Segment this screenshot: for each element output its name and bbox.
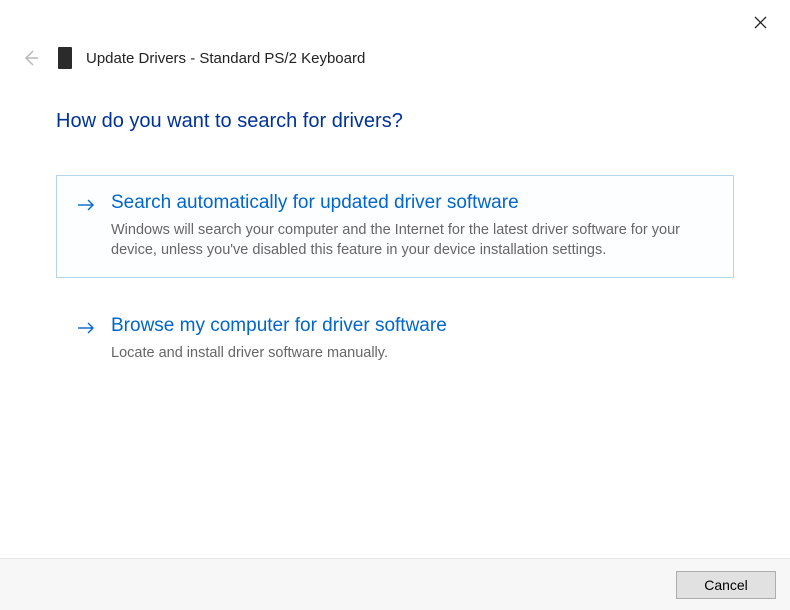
page-heading: How do you want to search for drivers? — [56, 110, 734, 133]
titlebar — [0, 0, 790, 44]
option-description: Windows will search your computer and th… — [111, 220, 713, 261]
header-row: Update Drivers - Standard PS/2 Keyboard — [0, 44, 790, 72]
close-button[interactable] — [740, 7, 780, 37]
option-body: Browse my computer for driver software L… — [111, 315, 713, 363]
window-title: Update Drivers - Standard PS/2 Keyboard — [86, 50, 365, 67]
back-button — [20, 48, 40, 68]
keyboard-device-icon — [58, 47, 72, 69]
option-title: Browse my computer for driver software — [111, 315, 713, 337]
button-bar: Cancel — [0, 558, 790, 610]
option-browse-computer[interactable]: Browse my computer for driver software L… — [56, 298, 734, 380]
close-icon — [754, 16, 767, 29]
cancel-button[interactable]: Cancel — [676, 571, 776, 599]
back-arrow-icon — [20, 48, 40, 68]
option-description: Locate and install driver software manua… — [111, 343, 713, 363]
option-title: Search automatically for updated driver … — [111, 192, 713, 214]
content-area: How do you want to search for drivers? S… — [0, 72, 790, 380]
option-search-automatically[interactable]: Search automatically for updated driver … — [56, 175, 734, 278]
arrow-right-icon — [77, 196, 95, 261]
arrow-right-icon — [77, 319, 95, 363]
option-body: Search automatically for updated driver … — [111, 192, 713, 261]
